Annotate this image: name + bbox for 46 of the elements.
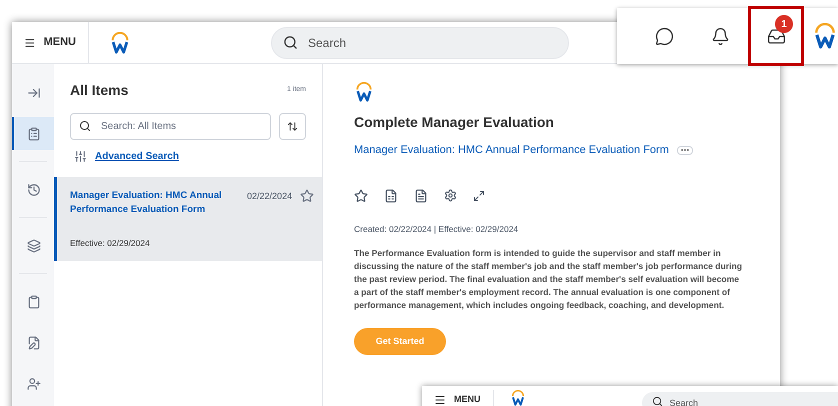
menu-icon (434, 394, 446, 406)
gear-icon[interactable] (444, 189, 457, 202)
document-icon[interactable] (414, 188, 428, 202)
spreadsheet-icon[interactable] (384, 188, 398, 202)
clipboard-icon (27, 294, 41, 308)
chat-icon (655, 26, 674, 46)
description-text: The Performance Evaluation form is intended to guide the supervisor and staff member in discussing the nature of the staff member's job and the staff member's job performance during the past review period. The final evaluation and the staff member's self evaluation will become a part of the staff member's employment record. The annual evaluation is one component of performance management, which includes ongoing feedback, coaching, and development. (354, 247, 744, 312)
star-icon[interactable] (354, 188, 368, 202)
rail-button[interactable] (12, 117, 54, 150)
detail-title: Complete Manager Evaluation (354, 113, 555, 132)
list-title: All Items (70, 81, 128, 100)
menu-button[interactable]: MENU (422, 390, 494, 406)
logo-icon (510, 390, 526, 406)
search-field[interactable]: Search (271, 26, 569, 58)
filter-icon (74, 150, 87, 163)
notification-badge: 1 (775, 15, 794, 33)
tasks-icon (27, 126, 41, 140)
person-add-icon (27, 376, 41, 390)
search-field[interactable]: Search (642, 392, 838, 406)
list-search-field[interactable]: Search: All Items (70, 113, 271, 140)
item-title: Manager Evaluation: HMC Annual Performance Evaluation Form (70, 189, 223, 217)
logo-icon (354, 82, 374, 102)
sort-button[interactable] (279, 113, 306, 140)
collapse-icon (27, 86, 41, 100)
search-icon (283, 34, 298, 50)
item-date: 02/22/2024 (247, 190, 292, 203)
bell-icon (711, 26, 730, 46)
logo-icon (109, 32, 131, 54)
advanced-search-link[interactable]: Advanced Search (95, 149, 179, 164)
inbox-button[interactable]: 1 (748, 6, 804, 66)
expand-icon[interactable] (473, 190, 485, 202)
layers-icon (27, 238, 41, 252)
logo-icon (812, 23, 838, 49)
form-link[interactable]: Manager Evaluation: HMC Annual Performance Evaluation Form (354, 142, 669, 158)
search-icon (652, 396, 662, 406)
more-button[interactable] (676, 146, 693, 155)
search-icon (79, 120, 91, 132)
sort-icon (287, 121, 298, 132)
menu-button[interactable]: MENU (12, 22, 89, 63)
dates-text: Created: 02/22/2024 | Effective: 02/29/2024 (354, 222, 520, 236)
edit-icon (27, 336, 41, 350)
star-icon[interactable] (300, 189, 314, 203)
inbox-icon (766, 26, 786, 46)
history-icon (27, 182, 41, 196)
list-item[interactable]: Manager Evaluation: HMC Annual Performance Evaluation Form 02/22/2024 Effective: 02/29/2024 (54, 177, 322, 261)
item-effective: Effective: 02/29/2024 (70, 237, 151, 250)
